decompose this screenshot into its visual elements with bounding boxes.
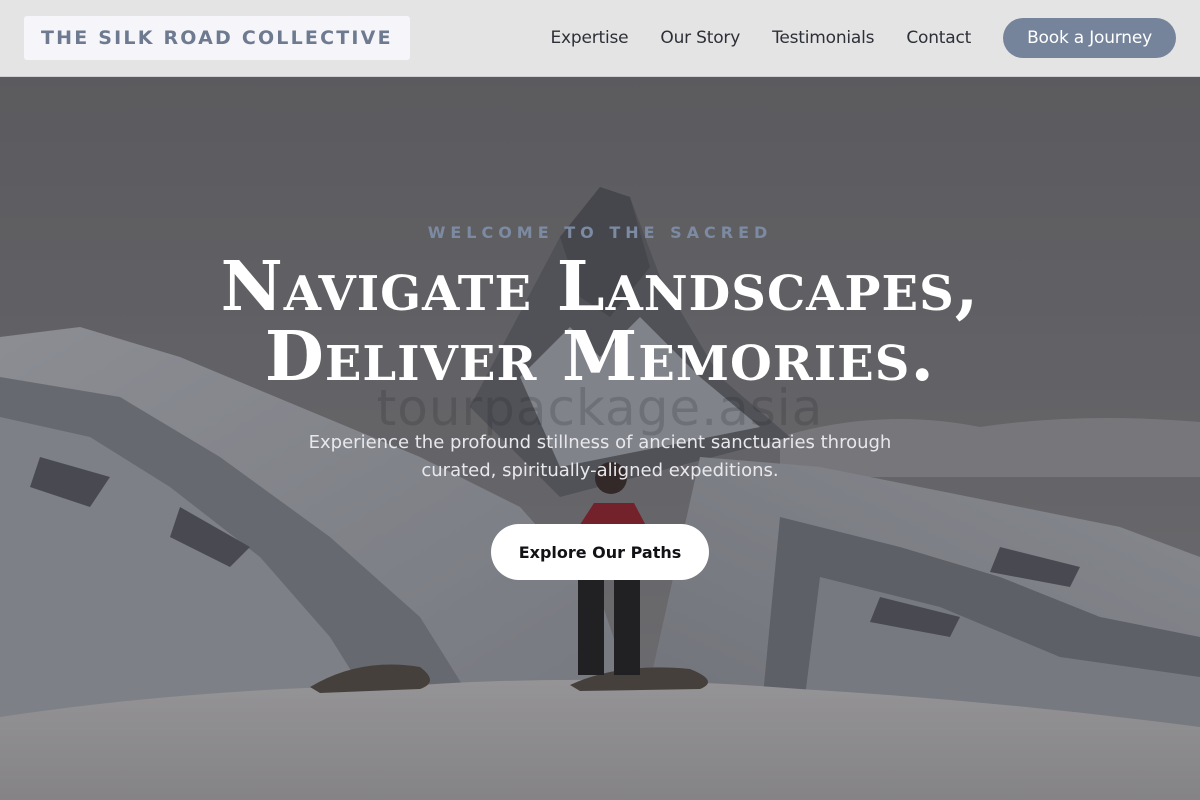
- hero-eyebrow: WELCOME TO THE SACRED: [427, 223, 773, 242]
- hero-section: WELCOME TO THE SACRED Navigate Landscape…: [0, 77, 1200, 800]
- hero-content: WELCOME TO THE SACRED Navigate Landscape…: [0, 77, 1200, 800]
- nav-link-expertise[interactable]: Expertise: [550, 28, 628, 48]
- nav-link-contact[interactable]: Contact: [906, 28, 971, 48]
- hero-subtext: Experience the profound stillness of anc…: [290, 429, 910, 485]
- explore-paths-button[interactable]: Explore Our Paths: [491, 524, 709, 580]
- site-header: THE SILK ROAD COLLECTIVE Expertise Our S…: [0, 0, 1200, 77]
- main-nav: Expertise Our Story Testimonials Contact…: [550, 18, 1176, 58]
- hero-headline-line-1: Navigate Landscapes,: [220, 247, 980, 327]
- book-journey-button[interactable]: Book a Journey: [1003, 18, 1176, 58]
- brand-logo[interactable]: THE SILK ROAD COLLECTIVE: [24, 16, 410, 60]
- hero-subtext-line-2: curated, spiritually-aligned expeditions…: [421, 460, 779, 481]
- nav-link-our-story[interactable]: Our Story: [660, 28, 740, 48]
- hero-subtext-line-1: Experience the profound stillness of anc…: [308, 432, 892, 453]
- hero-headline: Navigate Landscapes, Deliver Memories.: [0, 252, 1200, 392]
- nav-link-testimonials[interactable]: Testimonials: [772, 28, 874, 48]
